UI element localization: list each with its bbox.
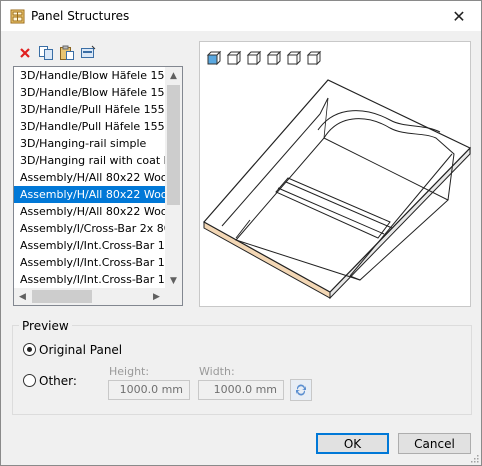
- panel-3d-preview-image: [203, 79, 472, 300]
- close-button[interactable]: ✕: [437, 1, 481, 31]
- list-item[interactable]: 3D/Handle/Pull Häfele 155.02.: [14, 118, 165, 135]
- swap-dimensions-button[interactable]: [290, 379, 312, 401]
- other-size-radio[interactable]: [23, 374, 36, 387]
- scroll-down-arrow-icon[interactable]: ▼: [165, 272, 182, 289]
- properties-button[interactable]: [80, 45, 96, 61]
- list-item[interactable]: Assembly/I/Int.Cross-Bar 15x: [14, 237, 165, 254]
- resize-grip-icon[interactable]: [469, 453, 479, 463]
- title-bar: Panel Structures ✕: [1, 1, 481, 31]
- panel-structures-icon: [10, 9, 25, 24]
- list-item[interactable]: 3D/Handle/Pull Häfele 155.02.: [14, 101, 165, 118]
- list-item[interactable]: 3D/Hanging rail with coat hang: [14, 152, 165, 169]
- vertical-scrollbar[interactable]: ▲ ▼: [165, 67, 182, 289]
- paste-button[interactable]: [59, 45, 75, 61]
- list-item[interactable]: 3D/Handle/Blow Häfele 155.0: [14, 67, 165, 84]
- original-panel-radio[interactable]: [23, 343, 36, 356]
- scroll-up-arrow-icon[interactable]: ▲: [165, 67, 182, 84]
- scrollbar-corner: [165, 288, 182, 305]
- height-field[interactable]: 1000.0 mm: [108, 380, 190, 400]
- delete-button[interactable]: [17, 45, 33, 61]
- list-item[interactable]: Assembly/I/Cross-Bar 2x 80 P: [14, 220, 165, 237]
- list-item[interactable]: Assembly/H/All 80x22 Wood/T: [14, 186, 165, 203]
- panel-structures-dialog: Panel Structures ✕ 3D/Handle/Blow Häfele…: [0, 0, 482, 466]
- paste-icon: [60, 45, 74, 60]
- properties-icon: [81, 45, 96, 58]
- width-field[interactable]: 1000.0 mm: [198, 380, 284, 400]
- panel-structure-list[interactable]: 3D/Handle/Blow Häfele 155.03D/Handle/Blo…: [13, 66, 183, 306]
- scroll-left-arrow-icon[interactable]: ◀: [14, 288, 31, 305]
- copy-icon: [39, 46, 53, 60]
- list-item[interactable]: Assembly/I/Int.Cross-Bar 15x: [14, 254, 165, 271]
- swap-arrows-icon: [296, 384, 306, 396]
- close-icon: ✕: [452, 6, 466, 26]
- preview-group: [12, 325, 472, 415]
- delete-icon: [20, 48, 30, 58]
- list-item[interactable]: 3D/Hanging-rail simple: [14, 135, 165, 152]
- dialog-title: Panel Structures: [31, 9, 130, 23]
- list-items-container: 3D/Handle/Blow Häfele 155.03D/Handle/Blo…: [14, 67, 165, 289]
- scroll-right-arrow-icon[interactable]: ▶: [148, 288, 165, 305]
- vertical-scroll-thumb[interactable]: [167, 85, 180, 205]
- cancel-button[interactable]: Cancel: [398, 433, 471, 454]
- horizontal-scrollbar[interactable]: ◀ ▶: [14, 288, 165, 305]
- original-panel-label[interactable]: Original Panel: [39, 343, 122, 357]
- list-item[interactable]: Assembly/I/Int.Cross-Bar 15x: [14, 271, 165, 288]
- width-label: Width:: [199, 365, 235, 378]
- horizontal-scroll-thumb[interactable]: [32, 290, 92, 303]
- list-item[interactable]: 3D/Handle/Blow Häfele 155.0: [14, 84, 165, 101]
- panel-preview[interactable]: [199, 41, 472, 307]
- copy-button[interactable]: [38, 45, 54, 61]
- ok-button[interactable]: OK: [316, 433, 389, 454]
- list-item[interactable]: Assembly/H/All 80x22 Wood/T: [14, 203, 165, 220]
- list-item[interactable]: Assembly/H/All 80x22 Wood/I: [14, 169, 165, 186]
- preview-group-label: Preview: [19, 319, 72, 333]
- height-label: Height:: [109, 365, 150, 378]
- other-size-label[interactable]: Other:: [39, 374, 77, 388]
